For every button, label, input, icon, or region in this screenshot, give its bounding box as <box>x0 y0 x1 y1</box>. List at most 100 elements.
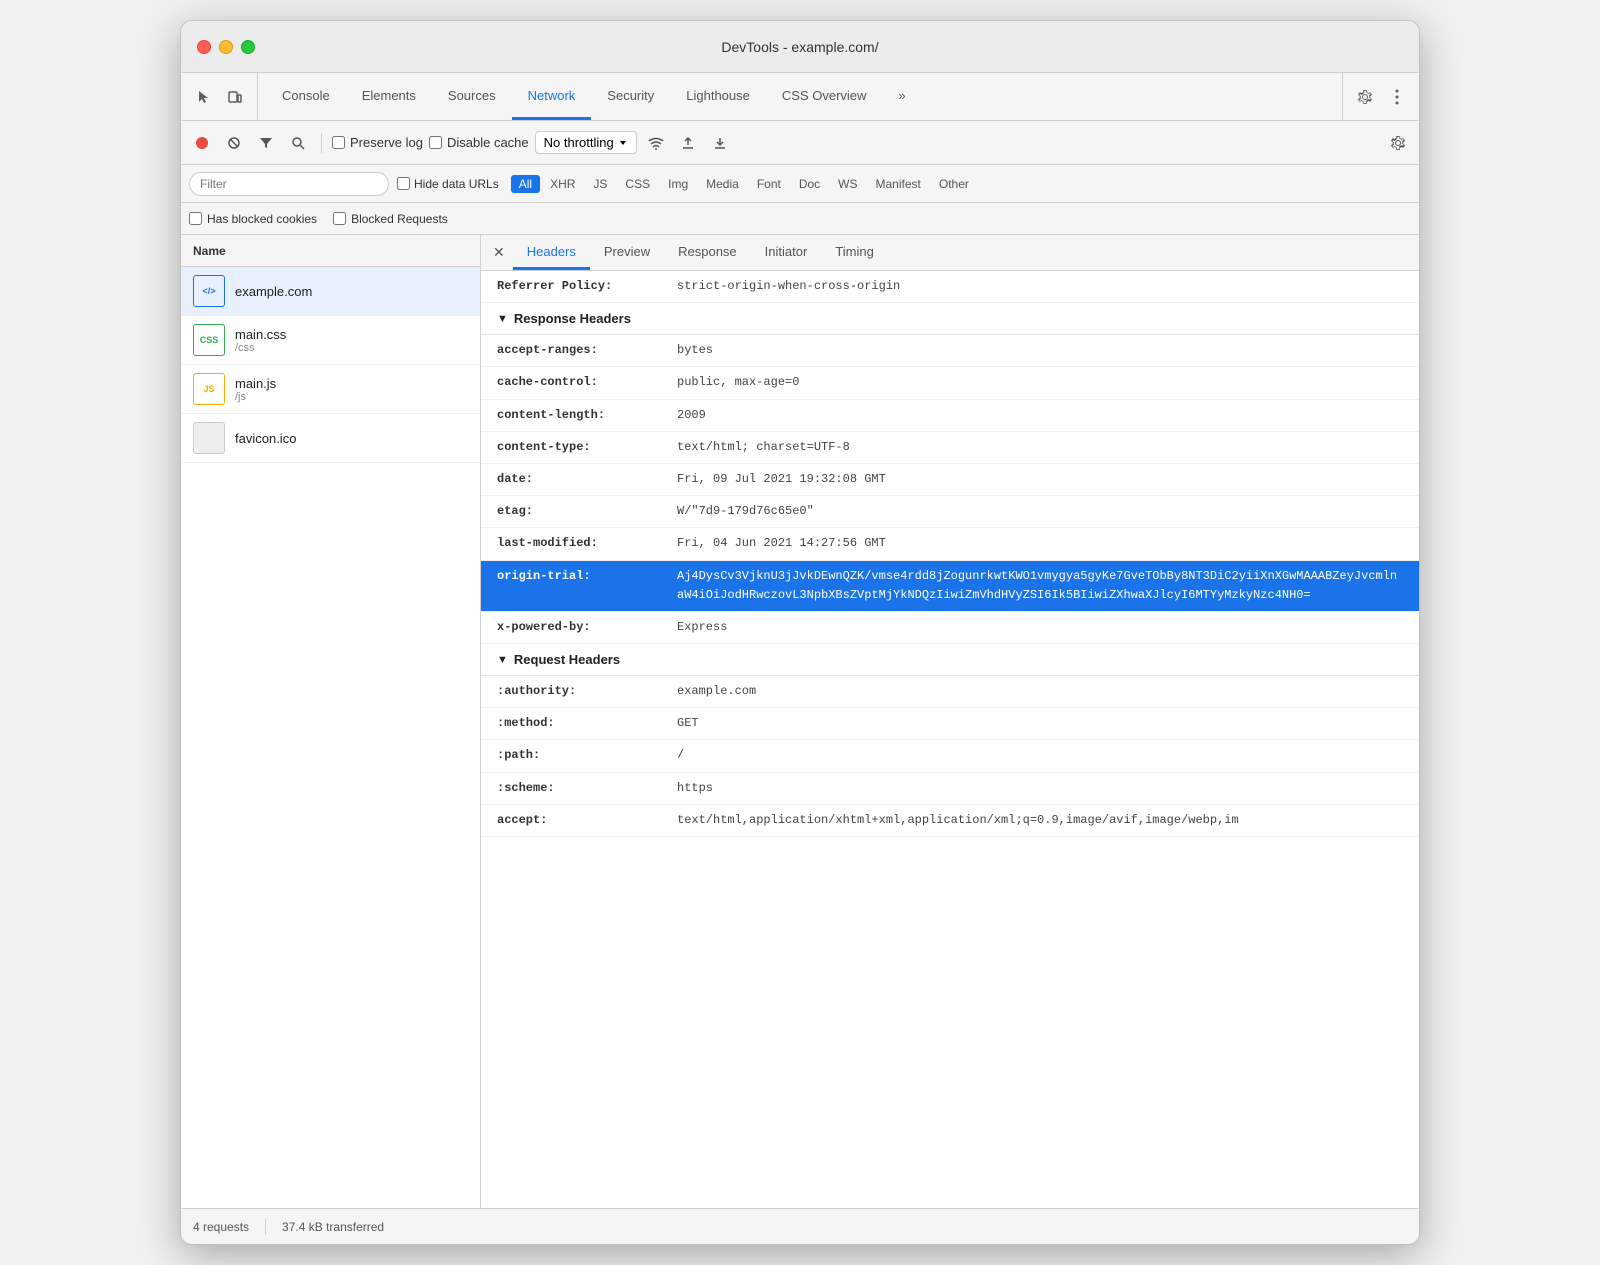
request-icon-css: CSS <box>193 324 225 356</box>
request-section-chevron: ▼ <box>497 654 508 666</box>
hide-data-urls-checkbox[interactable]: Hide data URLs <box>397 177 499 191</box>
accept-ranges-value: bytes <box>677 341 713 360</box>
throttle-select[interactable]: No throttling <box>535 131 637 154</box>
more-options-icon[interactable] <box>1383 83 1411 111</box>
filter-all-btn[interactable]: All <box>511 175 540 193</box>
requests-list: </> example.com CSS main.css /css JS mai… <box>181 267 480 1208</box>
request-icon-ico <box>193 422 225 454</box>
blocked-requests-input[interactable] <box>333 212 346 225</box>
request-headers-section[interactable]: ▼ Request Headers <box>481 644 1419 676</box>
preserve-log-input[interactable] <box>332 136 345 149</box>
download-icon[interactable] <box>707 130 733 156</box>
record-button[interactable] <box>189 130 215 156</box>
filter-font-btn[interactable]: Font <box>749 175 789 193</box>
filter-xhr-btn[interactable]: XHR <box>542 175 583 193</box>
detail-tab-preview[interactable]: Preview <box>590 235 664 270</box>
referrer-policy-name: Referrer Policy: <box>497 277 677 296</box>
detail-tab-initiator[interactable]: Initiator <box>751 235 822 270</box>
settings-icon[interactable] <box>1351 83 1379 111</box>
content-type-name: content-type: <box>497 438 677 457</box>
request-name-js: main.js <box>235 376 468 391</box>
origin-trial-value: Aj4DysCv3VjknU3jJvkDEwnQZK/vmse4rdd8jZog… <box>677 567 1403 605</box>
clear-button[interactable] <box>221 130 247 156</box>
response-headers-section[interactable]: ▼ Response Headers <box>481 303 1419 335</box>
blocked-bar: Has blocked cookies Blocked Requests <box>181 203 1419 235</box>
detail-tab-headers[interactable]: Headers <box>513 235 590 270</box>
accept-value: text/html,application/xhtml+xml,applicat… <box>677 811 1239 830</box>
scheme-value: https <box>677 779 713 798</box>
request-icon-html: </> <box>193 275 225 307</box>
wifi-icon[interactable] <box>643 130 669 156</box>
tab-security[interactable]: Security <box>591 73 670 120</box>
filter-css-btn[interactable]: CSS <box>617 175 658 193</box>
authority-value: example.com <box>677 682 756 701</box>
tabs-container: Console Elements Sources Network Securit… <box>266 73 1342 120</box>
requests-column-header: Name <box>181 235 480 267</box>
accept-ranges-name: accept-ranges: <box>497 341 677 360</box>
authority-name: :authority: <box>497 682 677 701</box>
request-name-css: main.css <box>235 327 468 342</box>
request-info-main-css: main.css /css <box>235 327 468 354</box>
transfer-size: 37.4 kB transferred <box>282 1220 384 1234</box>
close-button[interactable] <box>197 40 211 54</box>
detail-tab-response[interactable]: Response <box>664 235 751 270</box>
toolbar-settings-icon[interactable] <box>1385 130 1411 156</box>
request-item-example-com[interactable]: </> example.com <box>181 267 480 316</box>
cursor-icon[interactable] <box>189 83 217 111</box>
minimize-button[interactable] <box>219 40 233 54</box>
network-toolbar: Preserve log Disable cache No throttling <box>181 121 1419 165</box>
filter-input[interactable] <box>189 172 389 196</box>
search-icon[interactable] <box>285 130 311 156</box>
hide-data-urls-input[interactable] <box>397 177 410 190</box>
device-toggle-icon[interactable] <box>221 83 249 111</box>
etag-value: W/"7d9-179d76c65e0" <box>677 502 814 521</box>
tab-network[interactable]: Network <box>512 73 592 120</box>
x-powered-by-value: Express <box>677 618 727 637</box>
request-info-favicon: favicon.ico <box>235 431 468 446</box>
tab-lighthouse[interactable]: Lighthouse <box>670 73 766 120</box>
date-row: date: Fri, 09 Jul 2021 19:32:08 GMT <box>481 464 1419 496</box>
filter-img-btn[interactable]: Img <box>660 175 696 193</box>
detail-close-button[interactable]: ✕ <box>485 235 513 270</box>
filter-other-btn[interactable]: Other <box>931 175 977 193</box>
tabbar-right-icons <box>1342 73 1411 120</box>
devtools-window: DevTools - example.com/ Console Elements <box>180 20 1420 1245</box>
detail-tabbar: ✕ Headers Preview Response Initiator Tim… <box>481 235 1419 271</box>
blocked-requests-checkbox[interactable]: Blocked Requests <box>333 212 448 226</box>
upload-icon[interactable] <box>675 130 701 156</box>
maximize-button[interactable] <box>241 40 255 54</box>
request-item-main-js[interactable]: JS main.js /js <box>181 365 480 414</box>
filter-icon[interactable] <box>253 130 279 156</box>
etag-name: etag: <box>497 502 677 521</box>
disable-cache-input[interactable] <box>429 136 442 149</box>
tab-elements[interactable]: Elements <box>346 73 432 120</box>
last-modified-name: last-modified: <box>497 534 677 553</box>
has-blocked-cookies-input[interactable] <box>189 212 202 225</box>
titlebar: DevTools - example.com/ <box>181 21 1419 73</box>
referrer-policy-row: Referrer Policy: strict-origin-when-cros… <box>481 271 1419 303</box>
request-info-main-js: main.js /js <box>235 376 468 403</box>
detail-tab-timing[interactable]: Timing <box>821 235 888 270</box>
origin-trial-row[interactable]: origin-trial: Aj4DysCv3VjknU3jJvkDEwnQZK… <box>481 561 1419 612</box>
request-item-favicon[interactable]: favicon.ico <box>181 414 480 463</box>
tab-more[interactable]: » <box>882 73 921 120</box>
cache-control-value: public, max-age=0 <box>677 373 799 392</box>
filter-media-btn[interactable]: Media <box>698 175 747 193</box>
disable-cache-checkbox[interactable]: Disable cache <box>429 135 529 150</box>
filter-js-btn[interactable]: JS <box>585 175 615 193</box>
tab-css-overview[interactable]: CSS Overview <box>766 73 883 120</box>
tab-console[interactable]: Console <box>266 73 346 120</box>
tab-sources[interactable]: Sources <box>432 73 512 120</box>
x-powered-by-name: x-powered-by: <box>497 618 677 637</box>
filter-manifest-btn[interactable]: Manifest <box>868 175 929 193</box>
content-type-row: content-type: text/html; charset=UTF-8 <box>481 432 1419 464</box>
preserve-log-checkbox[interactable]: Preserve log <box>332 135 423 150</box>
filter-ws-btn[interactable]: WS <box>830 175 865 193</box>
tabbar-icons <box>189 73 258 120</box>
filter-doc-btn[interactable]: Doc <box>791 175 828 193</box>
toolbar-right <box>1385 130 1411 156</box>
request-item-main-css[interactable]: CSS main.css /css <box>181 316 480 365</box>
has-blocked-cookies-checkbox[interactable]: Has blocked cookies <box>189 212 317 226</box>
main-tabbar: Console Elements Sources Network Securit… <box>181 73 1419 121</box>
last-modified-row: last-modified: Fri, 04 Jun 2021 14:27:56… <box>481 528 1419 560</box>
